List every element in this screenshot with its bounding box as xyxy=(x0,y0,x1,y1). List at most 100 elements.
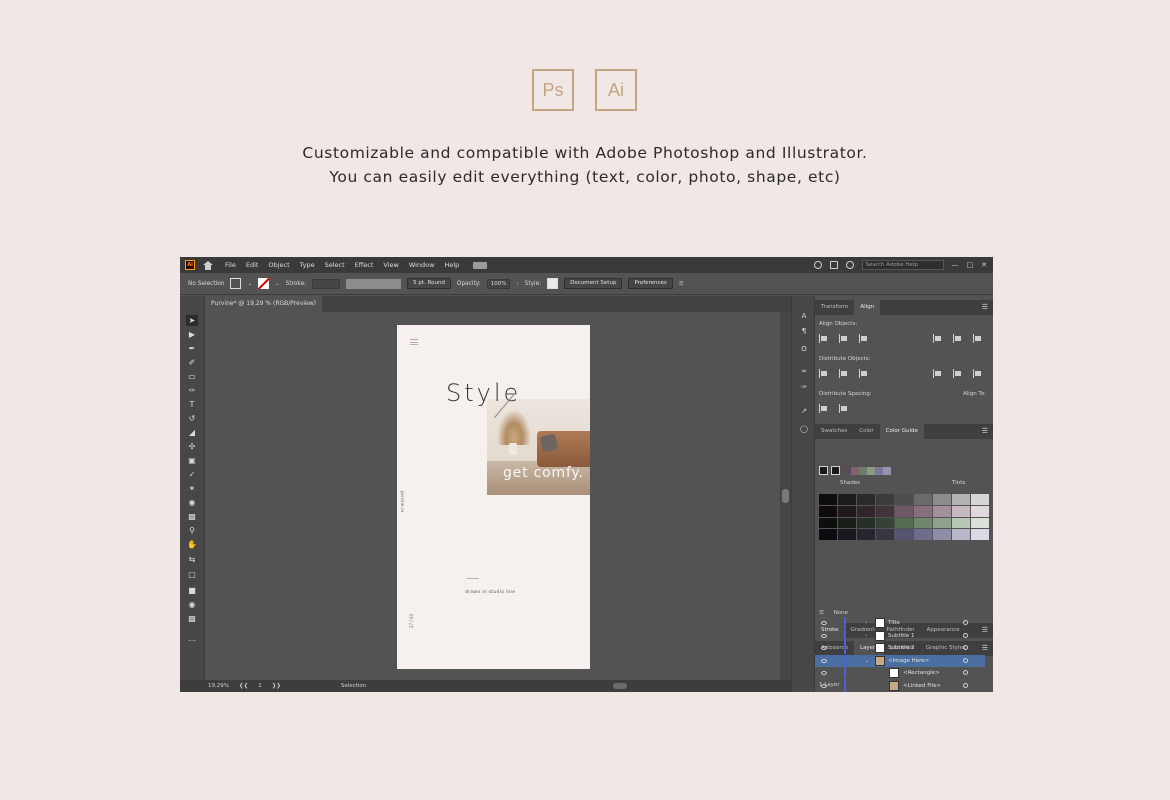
distribute-top-icon[interactable] xyxy=(819,369,830,378)
artboard-tool-icon[interactable]: ▩ xyxy=(186,511,198,522)
eye-icon[interactable] xyxy=(821,646,827,650)
width-tool-icon[interactable]: ✣ xyxy=(186,441,198,452)
horizontal-scroll-thumb[interactable] xyxy=(613,683,627,689)
target-icon[interactable] xyxy=(963,682,968,688)
document-tab[interactable]: Purvine* @ 19,29 % (RGB/Preview) xyxy=(205,296,322,312)
distribute-bottom-icon[interactable] xyxy=(859,369,870,378)
style-swatch[interactable] xyxy=(547,278,559,289)
align-v-center-icon[interactable] xyxy=(953,334,964,343)
color-guide-cell[interactable] xyxy=(933,529,951,540)
shape-builder-tool-icon[interactable]: ◉ xyxy=(186,497,198,508)
align-panel-menu-icon[interactable]: ☰ xyxy=(982,300,993,315)
expand-arrow-icon[interactable]: › xyxy=(865,617,867,629)
color-guide-harmony[interactable] xyxy=(819,466,891,475)
fill-dropdown-icon[interactable]: ⌄ xyxy=(247,281,252,287)
tab-swatches[interactable]: Swatches xyxy=(815,424,853,439)
stroke-swatch[interactable] xyxy=(258,278,270,289)
layer-name[interactable]: Subtitle 2 xyxy=(888,642,914,654)
close-icon[interactable]: ✕ xyxy=(981,261,987,269)
base-color-swatch[interactable] xyxy=(819,466,828,475)
layer-row[interactable]: › Subtitle 1 xyxy=(815,629,985,642)
distribute-right-icon[interactable] xyxy=(973,369,984,378)
eraser-tool-icon[interactable]: ◢ xyxy=(186,427,198,438)
target-icon[interactable] xyxy=(963,620,968,625)
lightbulb-icon[interactable] xyxy=(845,261,854,269)
color-guide-cell[interactable] xyxy=(914,494,932,505)
brush-definition[interactable]: 5 pt. Round xyxy=(407,278,451,289)
arrange-documents-icon[interactable] xyxy=(829,261,838,269)
document-setup-button[interactable]: Document Setup xyxy=(564,278,623,289)
color-guide-cell[interactable] xyxy=(895,505,913,517)
menu-help[interactable]: Help xyxy=(444,261,459,269)
layer-row[interactable]: › Title xyxy=(815,617,985,629)
symbol-sprayer-tool-icon[interactable]: ✶ xyxy=(186,483,198,494)
menu-file[interactable]: File xyxy=(225,261,236,269)
paragraph-panel-icon[interactable]: ¶ xyxy=(798,326,810,336)
color-guide-cell[interactable] xyxy=(876,517,894,529)
variable-width-profile[interactable] xyxy=(346,278,402,289)
character-panel-icon[interactable]: A xyxy=(798,311,810,321)
arrange-icon[interactable]: ☰ xyxy=(679,281,684,287)
color-mode-icon[interactable]: ■ xyxy=(186,585,198,596)
menu-window[interactable]: Window xyxy=(409,261,435,269)
fill-swatch[interactable] xyxy=(230,278,242,289)
expand-arrow-icon[interactable]: › xyxy=(865,642,867,654)
distribute-v-space-icon[interactable] xyxy=(819,404,830,413)
color-guide-cell[interactable] xyxy=(876,494,894,505)
rotate-tool-icon[interactable]: ↺ xyxy=(186,413,198,424)
target-icon[interactable] xyxy=(963,670,968,675)
layer-row[interactable]: <Rectangle> xyxy=(815,667,985,679)
opacity-arrow-icon[interactable]: › xyxy=(516,281,518,287)
eye-icon[interactable] xyxy=(821,621,827,625)
align-bottom-icon[interactable] xyxy=(973,334,984,343)
opentype-panel-icon[interactable]: O xyxy=(798,344,810,354)
color-guide-cell[interactable] xyxy=(895,494,913,505)
align-right-icon[interactable] xyxy=(859,334,870,343)
color-guide-cell[interactable] xyxy=(895,517,913,529)
fill-stroke-icon[interactable]: ▢ xyxy=(186,569,198,580)
color-guide-cell[interactable] xyxy=(952,505,970,517)
eyedropper-tool-icon[interactable]: ✓ xyxy=(186,469,198,480)
direct-selection-tool-icon[interactable]: ▶ xyxy=(186,329,198,340)
color-guide-cell[interactable] xyxy=(838,494,856,505)
rectangle-tool-icon[interactable]: ▭ xyxy=(186,371,198,382)
help-search-input[interactable]: Search Adobe Help xyxy=(861,260,944,270)
color-guide-cell[interactable] xyxy=(952,529,970,540)
brushes-panel-icon[interactable]: ✑ xyxy=(798,382,810,392)
paintbrush-tool-icon[interactable]: ✑ xyxy=(186,385,198,396)
layer-row[interactable]: › Subtitle 2 xyxy=(815,642,985,654)
color-guide-cell[interactable] xyxy=(952,494,970,505)
layer-row[interactable]: ⌄ <Image Here> xyxy=(815,654,985,667)
artboard[interactable]: Style get comfy. purvine.co drawn in stu… xyxy=(397,325,590,669)
layer-name[interactable]: Title xyxy=(888,617,900,629)
home-icon[interactable] xyxy=(203,260,213,270)
preferences-button[interactable]: Preferences xyxy=(628,278,673,289)
export-panel-icon[interactable]: ↗ xyxy=(798,406,810,416)
artboard-nav-prev-icon[interactable]: ❮❮ xyxy=(239,683,248,689)
tab-color-guide[interactable]: Color Guide xyxy=(879,424,924,439)
color-panel-menu-icon[interactable]: ☰ xyxy=(982,424,993,439)
color-guide-cell[interactable] xyxy=(857,517,875,529)
menu-effect[interactable]: Effect xyxy=(355,261,374,269)
menu-object[interactable]: Object xyxy=(268,261,289,269)
color-guide-cell[interactable] xyxy=(838,517,856,529)
color-guide-cell[interactable] xyxy=(857,529,875,540)
curvature-tool-icon[interactable]: ✐ xyxy=(186,357,198,368)
color-guide-cell[interactable] xyxy=(914,529,932,540)
account-icon[interactable] xyxy=(813,261,822,269)
artboard-nav-next-icon[interactable]: ❯❯ xyxy=(272,683,281,689)
tab-align[interactable]: Align xyxy=(854,300,881,315)
color-guide-cell[interactable] xyxy=(819,505,837,517)
color-guide-cell[interactable] xyxy=(971,529,989,540)
tab-transform[interactable]: Transform xyxy=(815,300,854,315)
color-guide-cell[interactable] xyxy=(933,505,951,517)
color-guide-cell[interactable] xyxy=(819,529,837,540)
distribute-left-icon[interactable] xyxy=(933,369,944,378)
target-icon[interactable] xyxy=(963,657,968,663)
cc-libraries-icon[interactable]: ◯ xyxy=(798,424,810,434)
color-guide-cell[interactable] xyxy=(895,529,913,540)
eye-icon[interactable] xyxy=(821,658,827,663)
swap-colors-icon[interactable]: ⇆ xyxy=(186,554,198,565)
more-tools-icon[interactable]: ⋯ xyxy=(186,635,198,646)
eye-icon[interactable] xyxy=(821,671,827,675)
